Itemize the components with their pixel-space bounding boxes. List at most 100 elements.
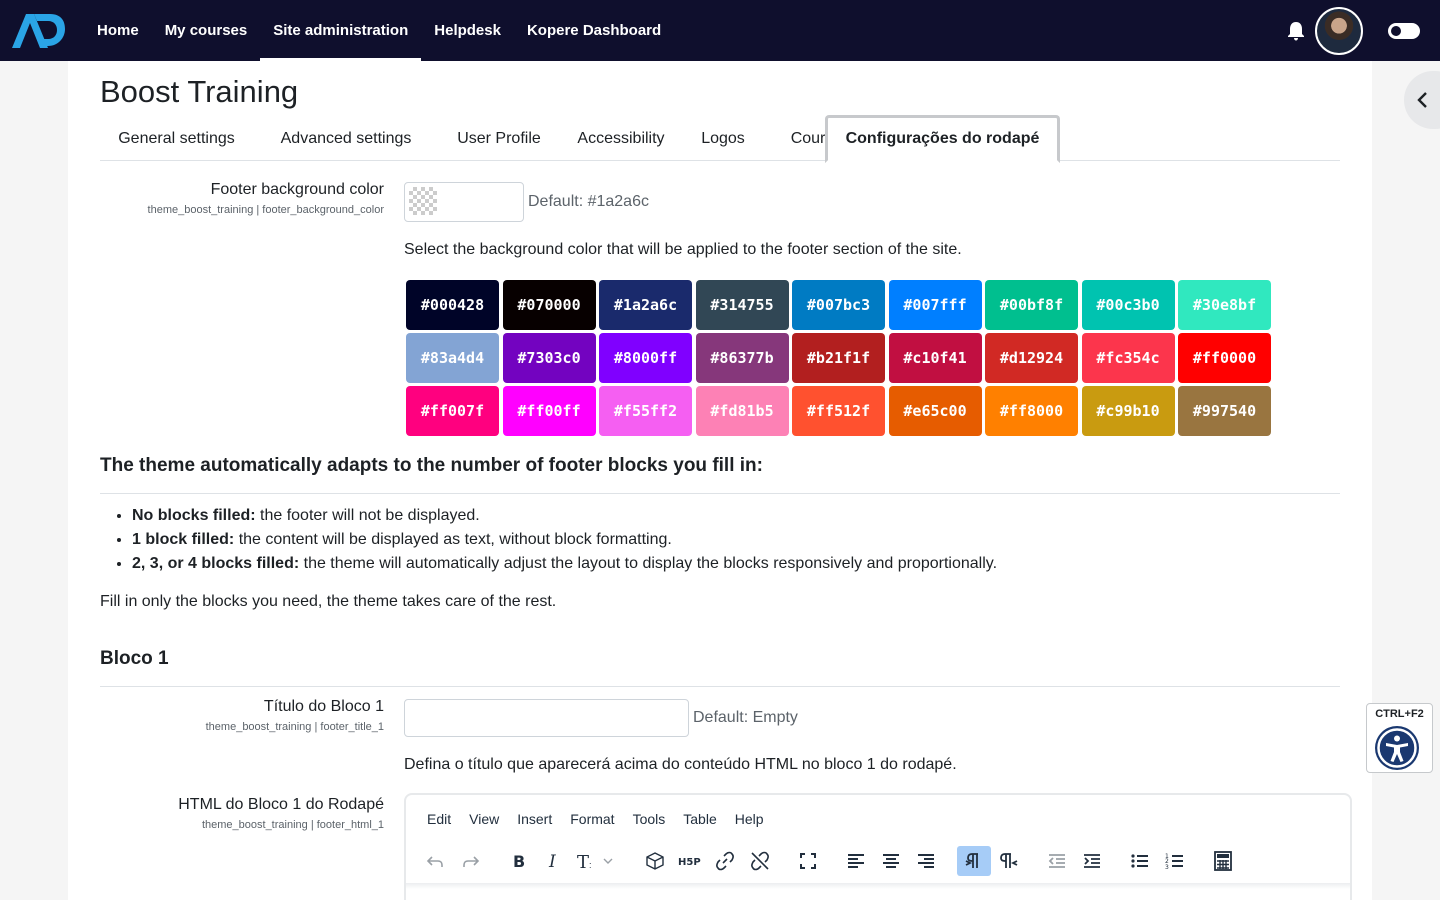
color-swatch[interactable]: #7303c0 <box>502 333 596 383</box>
nav-my-courses[interactable]: My courses <box>152 0 261 61</box>
align-left-icon[interactable] <box>839 846 873 876</box>
align-right-icon[interactable] <box>909 846 943 876</box>
tab-accessibility[interactable]: Accessibility <box>559 116 683 161</box>
color-swatch[interactable]: #30e8bf <box>1178 280 1271 330</box>
tab-user-profile[interactable]: User Profile <box>439 116 559 161</box>
top-navbar: Home My courses Site administration Help… <box>0 0 1440 61</box>
open-drawer-button[interactable] <box>1404 71 1440 129</box>
svg-text:I: I <box>548 852 556 871</box>
divider <box>100 493 1340 494</box>
color-swatch[interactable]: #ff512f <box>792 386 885 436</box>
h5p-icon[interactable]: H5P <box>673 846 707 876</box>
color-swatch[interactable]: #fd81b5 <box>695 386 789 436</box>
color-swatch[interactable]: #ff0000 <box>1178 333 1271 383</box>
menu-table[interactable]: Table <box>674 811 725 827</box>
footer-blocks-heading: The theme automatically adapts to the nu… <box>100 455 763 476</box>
color-swatch[interactable]: #007fff <box>888 280 982 330</box>
accessibility-widget-button[interactable]: CTRL+F2 <box>1366 703 1433 773</box>
tab-advanced-settings[interactable]: Advanced settings <box>253 116 439 161</box>
menu-view[interactable]: View <box>460 811 508 827</box>
nav-helpdesk[interactable]: Helpdesk <box>421 0 514 61</box>
calculator-icon[interactable] <box>1206 846 1240 876</box>
list-item-bold: 2, 3, or 4 blocks filled: <box>132 555 300 572</box>
color-swatch-grid: #000428 #070000 #1a2a6c #314755 #007bc3 #007f… <box>406 280 1271 436</box>
block1-heading: Bloco 1 <box>100 648 169 669</box>
indent-icon[interactable] <box>1075 846 1109 876</box>
divider <box>100 686 1340 687</box>
color-swatch[interactable]: #8000ff <box>599 333 692 383</box>
menu-help[interactable]: Help <box>726 811 773 827</box>
media-block-icon[interactable] <box>638 846 672 876</box>
nav-site-administration[interactable]: Site administration <box>260 0 422 61</box>
color-swatch[interactable]: #000428 <box>406 280 499 330</box>
color-swatch[interactable]: #f55ff2 <box>599 386 692 436</box>
edit-mode-toggle[interactable] <box>1388 23 1420 39</box>
redo-icon[interactable] <box>454 846 488 876</box>
color-swatch[interactable]: #007bc3 <box>792 280 885 330</box>
nav-kopere-dashboard[interactable]: Kopere Dashboard <box>514 0 674 61</box>
nav-home[interactable]: Home <box>84 0 152 61</box>
color-swatch[interactable]: #314755 <box>695 280 789 330</box>
color-swatch[interactable]: #997540 <box>1178 386 1271 436</box>
footer-blocks-note: Fill in only the blocks you need, the th… <box>100 593 557 610</box>
undo-icon[interactable] <box>418 846 452 876</box>
svg-text:B: B <box>513 852 525 871</box>
toolbar-divider <box>406 883 1350 889</box>
bold-icon[interactable]: B <box>502 846 536 876</box>
tab-footer-settings[interactable]: Configurações do rodapé <box>825 115 1060 163</box>
color-swatch[interactable]: #d12924 <box>985 333 1078 383</box>
menu-tools[interactable]: Tools <box>624 811 675 827</box>
color-swatch[interactable]: #fc354c <box>1081 333 1175 383</box>
site-logo[interactable] <box>10 12 66 50</box>
block1-title-description: Defina o título que aparecerá acima do c… <box>404 756 957 773</box>
rtl-icon[interactable] <box>992 846 1026 876</box>
footer-bg-label: Footer background color <box>210 181 384 198</box>
link-icon[interactable] <box>708 846 742 876</box>
menu-format[interactable]: Format <box>561 811 623 827</box>
align-center-icon[interactable] <box>874 846 908 876</box>
accessibility-icon <box>1375 726 1419 770</box>
ltr-icon[interactable] <box>957 846 991 876</box>
color-swatch[interactable]: #c99b10 <box>1081 386 1175 436</box>
svg-text:3: 3 <box>1165 864 1169 871</box>
user-avatar[interactable] <box>1315 7 1363 55</box>
italic-icon[interactable]: I <box>537 846 571 876</box>
page-title: Boost Training <box>100 74 299 109</box>
menu-insert[interactable]: Insert <box>508 811 561 827</box>
numbered-list-icon[interactable]: 123 <box>1158 846 1192 876</box>
color-swatch[interactable]: #00bf8f <box>985 280 1078 330</box>
tab-logos[interactable]: Logos <box>683 116 763 161</box>
color-swatch[interactable]: #1a2a6c <box>599 280 692 330</box>
unlink-icon[interactable] <box>743 846 777 876</box>
list-item-text: the content will be displayed as text, w… <box>234 531 672 548</box>
color-swatch[interactable]: #83a4d4 <box>406 333 499 383</box>
color-swatch[interactable]: #86377b <box>695 333 789 383</box>
outdent-icon[interactable] <box>1040 846 1074 876</box>
svg-text::: : <box>589 860 592 870</box>
list-item-text: the theme will automatically adjust the … <box>299 555 998 572</box>
color-swatch[interactable]: #e65c00 <box>888 386 982 436</box>
editor-menubar: Edit View Insert Format Tools Table Help <box>418 811 773 827</box>
color-swatch[interactable]: #ff00ff <box>502 386 596 436</box>
color-swatch[interactable]: #c10f41 <box>888 333 982 383</box>
list-item-bold: 1 block filled: <box>132 531 235 548</box>
tab-general-settings[interactable]: General settings <box>100 116 253 161</box>
svg-text:T: T <box>577 852 589 871</box>
color-swatch[interactable]: #ff8000 <box>985 386 1078 436</box>
block1-title-input[interactable] <box>404 699 689 737</box>
primary-navigation: Home My courses Site administration Help… <box>84 0 674 61</box>
footer-bg-color-input[interactable] <box>404 182 524 222</box>
text-style-icon[interactable]: T: <box>572 846 620 876</box>
footer-bg-default: Default: #1a2a6c <box>528 193 649 210</box>
fullscreen-icon[interactable] <box>791 846 825 876</box>
color-swatch[interactable]: #ff007f <box>406 386 499 436</box>
color-swatch[interactable]: #b21f1f <box>792 333 885 383</box>
notifications-bell-icon[interactable] <box>1287 21 1305 41</box>
bullet-list-icon[interactable] <box>1123 846 1157 876</box>
svg-text:H5P: H5P <box>678 857 701 868</box>
list-item-text: the footer will not be displayed. <box>255 507 480 524</box>
color-swatch[interactable]: #070000 <box>502 280 596 330</box>
color-swatch[interactable]: #00c3b0 <box>1081 280 1175 330</box>
list-item: 2, 3, or 4 blocks filled: the theme will… <box>132 552 997 576</box>
menu-edit[interactable]: Edit <box>418 811 460 827</box>
